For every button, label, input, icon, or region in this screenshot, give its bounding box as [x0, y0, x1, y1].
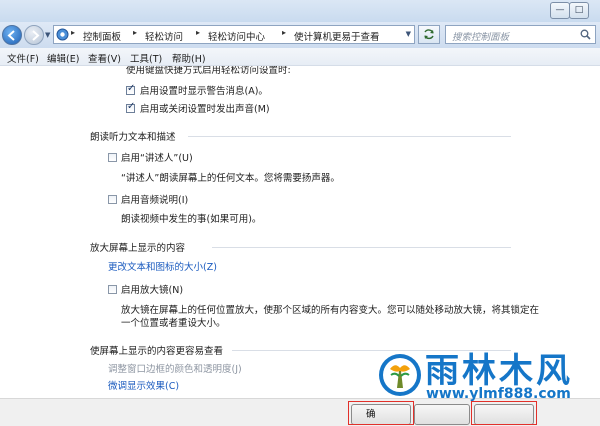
- magnifier-label[interactable]: 启用放大镜(N): [121, 282, 183, 296]
- recent-pages-dropdown[interactable]: ▼: [45, 31, 50, 39]
- address-history-dropdown[interactable]: ▼: [406, 30, 411, 38]
- breadcrumb-ease-of-access[interactable]: 轻松访问: [145, 29, 183, 43]
- magnifier-checkbox[interactable]: [108, 285, 117, 294]
- refresh-icon: [424, 29, 434, 40]
- menu-bar: 文件(F) 编辑(E) 查看(V) 工具(T) 帮助(H): [0, 48, 600, 66]
- menu-view[interactable]: 查看(V): [88, 51, 121, 65]
- display-tuning-link[interactable]: 微调显示效果(C): [108, 378, 179, 392]
- watermark-url: www.ylmf888.com: [426, 386, 571, 402]
- audio-description-label[interactable]: 启用音频说明(I): [121, 192, 188, 206]
- magnify-group-title: 放大屏幕上显示的内容: [90, 243, 186, 254]
- magnifier-description: 放大镜在屏幕上的任何位置放大，使那个区域的所有内容变大。您可以随处移动放大镜，将…: [121, 305, 540, 316]
- address-field[interactable]: ▸ 控制面板 ▸ 轻松访问 ▸ 轻松访问中心 ▸ 使计算机更易于查看 ▼: [53, 25, 415, 44]
- breadcrumb-current-page[interactable]: 使计算机更易于查看: [294, 29, 380, 43]
- narrator-checkbox[interactable]: [108, 153, 117, 162]
- audio-description-checkbox[interactable]: [108, 195, 117, 204]
- search-input[interactable]: 搜索控制面板: [445, 25, 596, 44]
- search-placeholder: 搜索控制面板: [452, 32, 510, 43]
- breadcrumb-control-panel[interactable]: 控制面板: [83, 29, 121, 43]
- search-icon[interactable]: [580, 29, 591, 40]
- back-button[interactable]: [2, 25, 22, 45]
- narrator-description: “讲述人”朗读屏幕上的任何文本。您将需要扬声器。: [121, 173, 340, 184]
- watermark-title: 雨林木风: [425, 351, 573, 391]
- sound-on-toggle-checkbox[interactable]: [126, 101, 135, 113]
- control-panel-icon: [56, 28, 69, 41]
- forward-button[interactable]: [24, 25, 44, 45]
- arrow-right-icon: [32, 30, 40, 41]
- menu-file[interactable]: 文件(F): [7, 51, 39, 65]
- group-divider: [188, 136, 511, 137]
- breadcrumb-separator: ▸: [196, 28, 201, 37]
- menu-tools[interactable]: 工具(T): [130, 51, 162, 65]
- magnifier-description-continued: 一个位置或者重设大小。: [121, 318, 226, 329]
- readable-group-title: 使屏幕上显示的内容更容易查看: [90, 346, 224, 357]
- cancel-button[interactable]: [414, 404, 470, 425]
- arrow-left-icon: [7, 30, 15, 41]
- window-border-color-link[interactable]: 调整窗口边框的颜色和透明度(J): [108, 361, 242, 375]
- refresh-button[interactable]: [418, 25, 440, 44]
- apply-button-highlight: [471, 401, 537, 425]
- breadcrumb-ease-of-access-center[interactable]: 轻松访问中心: [208, 29, 265, 43]
- narration-group-title: 朗读听力文本和描述: [90, 132, 176, 143]
- breadcrumb-separator: ▸: [133, 28, 138, 37]
- sound-on-toggle-label[interactable]: 启用或关闭设置时发出声音(M): [140, 101, 270, 115]
- change-text-size-link[interactable]: 更改文本和图标的大小(Z): [108, 259, 217, 273]
- menu-edit[interactable]: 编辑(E): [47, 51, 79, 65]
- watermark-logo-icon: [379, 354, 421, 396]
- menu-help[interactable]: 帮助(H): [172, 51, 206, 65]
- narrator-label[interactable]: 启用“讲述人”(U): [121, 150, 193, 164]
- warning-message-checkbox[interactable]: [126, 83, 135, 95]
- warning-message-label[interactable]: 启用设置时显示警告消息(A)。: [140, 83, 268, 97]
- breadcrumb-separator: ▸: [71, 28, 76, 37]
- breadcrumb-separator: ▸: [282, 28, 287, 37]
- minimize-button[interactable]: —: [550, 2, 570, 19]
- audio-description-text: 朗读视频中发生的事(如果可用)。: [121, 214, 262, 225]
- maximize-button[interactable]: □: [569, 2, 589, 19]
- window-title-bar: — □: [0, 0, 600, 22]
- group-divider: [212, 247, 511, 248]
- ok-button-highlight: [348, 401, 414, 425]
